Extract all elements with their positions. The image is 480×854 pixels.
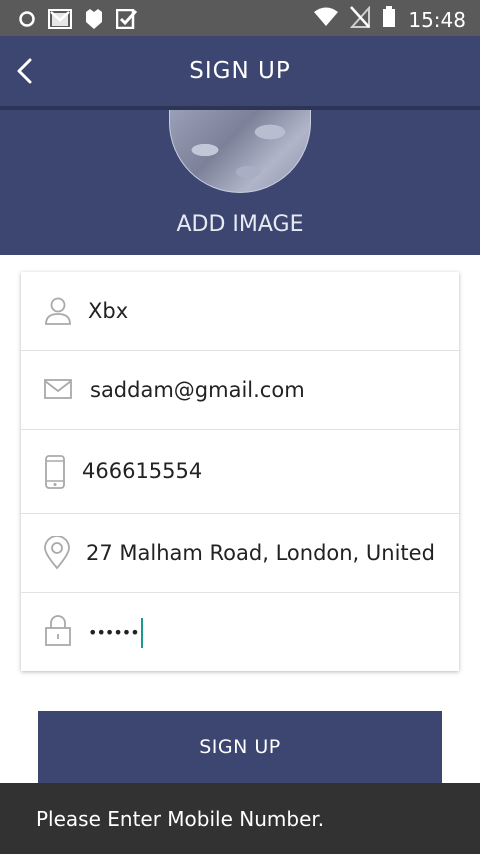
no-signal-icon (350, 5, 371, 33)
page-title: SIGN UP (189, 58, 291, 84)
password-field[interactable]: •••••• (88, 615, 440, 650)
app-bar: SIGN UP (0, 36, 480, 106)
text-cursor (140, 618, 143, 648)
status-time: 15:48 (408, 7, 466, 32)
name-row: Xbx (21, 272, 459, 351)
mobile-row: 466615554 (21, 430, 459, 514)
mail-icon (43, 377, 73, 406)
name-field[interactable]: Xbx (88, 299, 440, 323)
mobile-field[interactable]: 466615554 (82, 459, 434, 483)
location-pin-icon (43, 535, 71, 575)
status-bar: 15:48 (0, 0, 480, 36)
snackbar-message: Please Enter Mobile Number. (36, 807, 325, 831)
password-row: •••••• (21, 593, 459, 671)
wifi-icon (314, 7, 339, 32)
phone-icon (43, 454, 67, 495)
signup-form: Xbx saddam@gmail.com 466615554 27 Malham… (21, 272, 459, 671)
person-icon (43, 297, 73, 330)
checklist-icon (115, 8, 138, 34)
circle-notification-icon (18, 10, 36, 33)
gmail-icon (48, 9, 72, 34)
email-field[interactable]: saddam@gmail.com (90, 378, 442, 402)
signup-button[interactable]: SIGN UP (38, 711, 442, 783)
password-value: •••••• (88, 623, 140, 642)
snackbar: Please Enter Mobile Number. (0, 783, 480, 854)
address-field[interactable]: 27 Malham Road, London, United K (86, 541, 438, 565)
lock-icon (43, 615, 73, 652)
battery-icon (382, 6, 396, 33)
email-row: saddam@gmail.com (21, 351, 459, 430)
shield-app-icon (84, 8, 104, 35)
add-image-button[interactable]: ADD IMAGE (0, 212, 480, 237)
address-row: 27 Malham Road, London, United K (21, 514, 459, 593)
